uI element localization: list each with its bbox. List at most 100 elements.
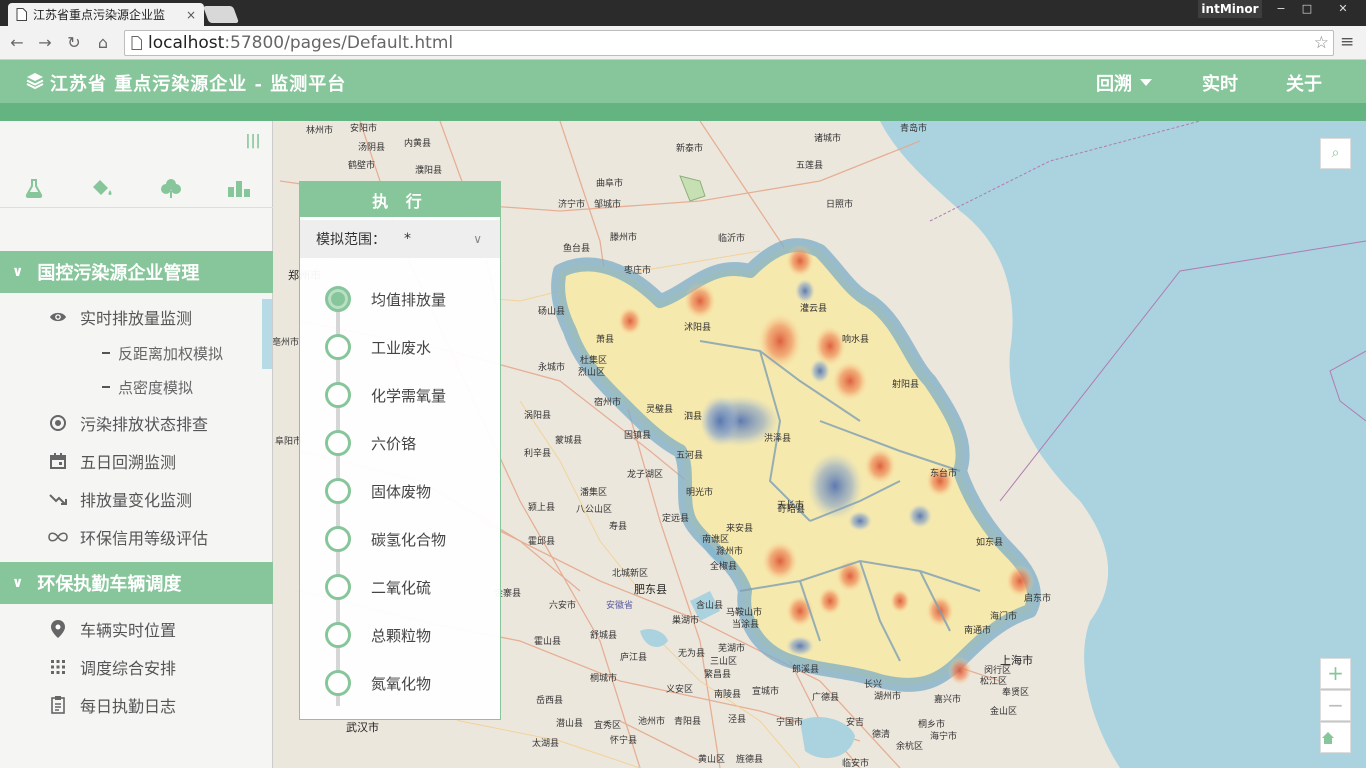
sidebar-subitem-idw[interactable]: 反距离加权模拟 [102, 341, 223, 365]
map-label: 怀宁县 [610, 736, 638, 746]
map-label: 义安区 [666, 685, 694, 695]
sidebar-item-dispatch[interactable]: 调度综合安排 [48, 653, 176, 681]
sidebar-item-five-day[interactable]: 五日回溯监测 [48, 447, 176, 475]
tab-close-icon[interactable]: × [186, 8, 196, 22]
map-label: 海宁市 [930, 732, 958, 742]
radio-dot [325, 334, 351, 360]
map-label: 濮阳县 [415, 166, 443, 176]
chevron-down-icon: ∨ [473, 232, 482, 246]
map-label: 南陵县 [714, 690, 742, 700]
home-icon[interactable]: ⌂ [92, 32, 114, 54]
sidebar-subitem-label: 点密度模拟 [118, 378, 194, 397]
range-select[interactable]: 模拟范围： * ∨ [300, 220, 500, 258]
map-label: 郎溪县 [792, 665, 820, 675]
flask-tool[interactable] [0, 169, 68, 207]
section-title: 环保执勤车辆调度 [37, 574, 182, 595]
map-label: 新泰市 [676, 144, 704, 154]
sidebar-item-vehicle-position[interactable]: 车辆实时位置 [48, 615, 176, 643]
nav-realtime[interactable]: 实时 [1202, 70, 1238, 96]
map-label: 东台市 [930, 469, 958, 479]
sidebar-item-realtime-emission[interactable]: 实时排放量监测 [48, 303, 192, 331]
step-solid-waste[interactable]: 固体废物 [325, 478, 495, 504]
sidebar-divider [0, 207, 273, 208]
map-label: 射阳县 [892, 380, 920, 390]
infinity-icon [48, 532, 68, 542]
sidebar-item-duty-log[interactable]: 每日执勤日志 [48, 691, 176, 719]
back-arrow-icon[interactable]: ← [6, 32, 28, 54]
map-label: 岳西县 [536, 696, 564, 706]
bar-chart-icon [227, 181, 250, 197]
step-sulfur-dioxide[interactable]: 二氧化硫 [325, 574, 495, 600]
step-total-particulates[interactable]: 总颗粒物 [325, 622, 495, 648]
map-label: 安阳市 [350, 124, 378, 134]
step-mean-emission[interactable]: 均值排放量 [325, 286, 495, 312]
map-label: 安吉 [846, 718, 865, 728]
zoom-out-button[interactable]: − [1320, 690, 1351, 721]
new-tab-button[interactable] [202, 6, 240, 23]
address-bar[interactable]: localhost:57800/pages/Default.html ☆ [124, 30, 1334, 56]
bookmark-star-icon[interactable]: ☆ [1314, 33, 1329, 53]
step-cod[interactable]: 化学需氧量 [325, 382, 495, 408]
step-hydrocarbons[interactable]: 碳氢化合物 [325, 526, 495, 552]
map-search-icon[interactable]: ⌕ [1320, 138, 1351, 169]
nav-history-dropdown[interactable]: 回溯 [1096, 70, 1152, 96]
map-label: 临安市 [842, 759, 870, 768]
map-label: 含山县 [696, 601, 724, 611]
sidebar-item-label: 车辆实时位置 [80, 621, 177, 640]
map-label: 舒城县 [590, 631, 618, 641]
step-hexavalent-chromium[interactable]: 六价铬 [325, 430, 495, 456]
map-label: 黄山区 [698, 755, 726, 765]
home-icon [1322, 732, 1334, 744]
sidebar-collapse-button[interactable]: ||| [244, 133, 262, 151]
map-label: 启东市 [1024, 594, 1052, 604]
browser-menu-icon[interactable]: ≡ [1340, 32, 1354, 52]
map-label: 南通市 [964, 626, 992, 636]
minimize-button[interactable]: − [1268, 0, 1294, 18]
reload-icon[interactable]: ↻ [63, 32, 85, 54]
browser-tab[interactable]: 江苏省重点污染源企业监 × [8, 3, 204, 26]
map-label: 青岛市 [900, 124, 928, 134]
range-value: * [404, 231, 411, 247]
radio-dot [325, 526, 351, 552]
maximize-button[interactable]: □ [1294, 0, 1320, 18]
close-window-button[interactable]: ✕ [1320, 0, 1366, 18]
nav-about[interactable]: 关于 [1286, 70, 1322, 96]
paint-tool[interactable] [68, 169, 136, 207]
sidebar-item-credit-rating[interactable]: 环保信用等级评估 [48, 523, 208, 551]
radio-dot [325, 286, 351, 312]
map-label: 盱眙县 [778, 505, 806, 515]
map-label: 济宁市 [558, 200, 586, 210]
step-label: 碳氢化合物 [371, 530, 447, 549]
zoom-in-button[interactable]: + [1320, 658, 1351, 689]
map-home-button[interactable] [1320, 722, 1351, 753]
sidebar-scrollbar[interactable] [262, 299, 272, 369]
target-icon [50, 415, 66, 431]
map-label: 阜阳市 [275, 437, 303, 447]
map-label: 潜山县 [556, 719, 584, 729]
map-label: 灌云县 [800, 304, 828, 314]
map-label: 永城市 [538, 363, 566, 373]
browser-tab-strip: 江苏省重点污染源企业监 × intMinor − □ ✕ [0, 0, 1366, 26]
map-label: 明光市 [686, 488, 714, 498]
tree-tool[interactable] [137, 169, 205, 207]
map-label: 武汉市 [346, 721, 379, 734]
chart-tool[interactable] [205, 169, 273, 207]
step-industrial-wastewater[interactable]: 工业废水 [325, 334, 495, 360]
execute-button[interactable]: 执 行 [300, 182, 500, 217]
sidebar-item-emission-change[interactable]: 排放量变化监测 [48, 485, 192, 513]
app-title: 江苏省 重点污染源企业 - 监测平台 [50, 74, 347, 95]
profile-badge[interactable]: intMinor [1198, 0, 1262, 18]
forward-arrow-icon[interactable]: → [34, 32, 56, 54]
caret-down-icon [1140, 79, 1152, 86]
sidebar-item-status-check[interactable]: 污染排放状态排查 [48, 409, 208, 437]
map-label: 五河县 [676, 451, 704, 461]
section-header-enterprise[interactable]: ∨ 国控污染源企业管理 [0, 251, 273, 293]
step-nitrogen-oxides[interactable]: 氮氧化物 [325, 670, 495, 696]
sidebar-subitem-density[interactable]: 点密度模拟 [102, 375, 193, 399]
map-label: 安徽省 [606, 601, 634, 611]
section-header-vehicle[interactable]: ∨ 环保执勤车辆调度 [0, 562, 273, 604]
map-label: 六安市 [549, 601, 577, 611]
map-label: 洪泽县 [764, 434, 792, 444]
map-label: 内黄县 [404, 139, 432, 149]
dash-icon [102, 352, 110, 354]
